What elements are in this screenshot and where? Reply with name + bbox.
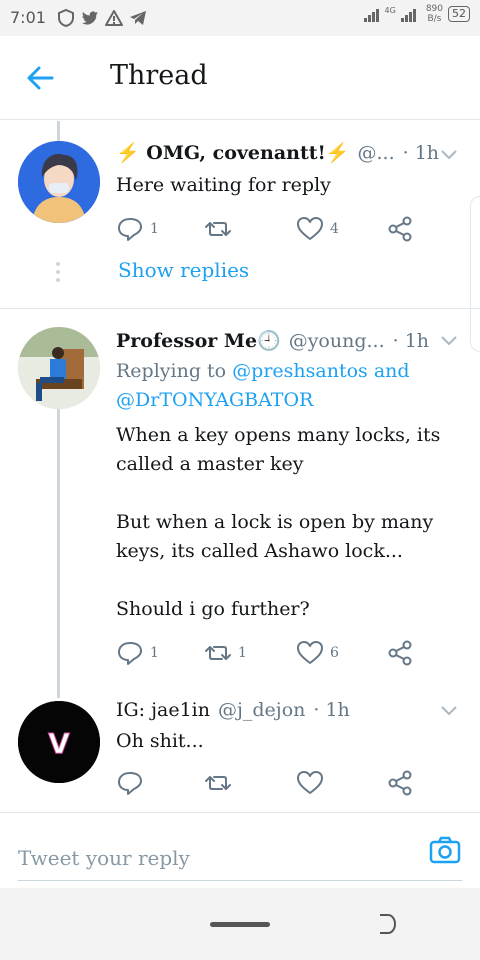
chevron-down-icon[interactable]: [438, 329, 460, 351]
signal-icon: [363, 6, 384, 22]
tweet-time: · 1h: [313, 699, 350, 721]
page-title: Thread: [110, 60, 208, 91]
tweet-line: called a master key: [116, 453, 304, 475]
reply-button[interactable]: 1: [116, 215, 159, 243]
share-icon: [388, 216, 412, 242]
retweet-icon: [205, 776, 231, 790]
like-count: 6: [330, 645, 339, 661]
retweet-button[interactable]: [204, 769, 232, 797]
warning-icon: [105, 10, 123, 26]
like-button[interactable]: [296, 769, 324, 797]
share-button[interactable]: [386, 639, 414, 667]
avatar-photo: [18, 327, 100, 409]
heart-icon: [297, 771, 323, 794]
tweet-text: Here waiting for reply: [116, 174, 331, 196]
shield-icon: [58, 8, 74, 28]
like-count: 4: [330, 221, 339, 237]
battery-indicator: 52: [448, 6, 470, 22]
avatar-illustration: [18, 141, 100, 223]
net-speed-unit: B/s: [427, 14, 442, 24]
tweet-actions: 1 4: [116, 215, 426, 245]
telegram-icon: [130, 11, 146, 25]
share-icon: [388, 640, 412, 666]
tweet-line: Should i go further?: [116, 598, 310, 620]
app-header: Thread: [0, 36, 480, 120]
tweet-reply-input[interactable]: [18, 835, 462, 881]
reply-icon: [118, 772, 142, 795]
like-button[interactable]: 4: [296, 215, 339, 243]
tweet-actions: 1 1 6: [116, 639, 426, 669]
replying-to: Replying to @preshsantos and @DrTONYAGBA…: [116, 357, 456, 415]
tweet-header: ⚡ OMG, covenantt!⚡ @... · 1h: [116, 141, 466, 164]
mention-link[interactable]: @DrTONYAGBATOR: [116, 389, 313, 411]
like-button[interactable]: 6: [296, 639, 339, 667]
heart-icon: [297, 641, 323, 664]
tweet-header: IG: jae1in @j_dejon · 1h: [116, 699, 466, 721]
replying-and: and: [367, 360, 410, 382]
retweet-icon: [205, 222, 231, 236]
author-name[interactable]: IG: jae1in: [116, 699, 210, 721]
author-handle[interactable]: @young...: [289, 330, 385, 352]
tweet-2[interactable]: Professor Me🕘 @young... · 1h Replying to…: [0, 309, 480, 681]
notification-icons: [56, 8, 148, 28]
avatar[interactable]: V: [18, 701, 100, 783]
reply-button[interactable]: 1: [116, 639, 159, 667]
network-type: 4G: [384, 5, 396, 15]
tweet-actions: [116, 769, 426, 799]
back-button[interactable]: [22, 60, 62, 96]
net-speed: 890 B/s: [426, 4, 443, 24]
chevron-down-icon[interactable]: [438, 699, 460, 721]
camera-button[interactable]: [428, 833, 462, 867]
tweet-line: But when a lock is open by many: [116, 511, 434, 533]
tweet-line: keys, its called Ashawo lock...: [116, 540, 403, 562]
retweet-button[interactable]: 1: [204, 639, 247, 667]
net-speed-value: 890: [425, 4, 443, 14]
tweet-text: Oh shit...: [116, 730, 204, 752]
mention-link[interactable]: @preshsantos: [232, 360, 368, 382]
author-handle[interactable]: @j_dejon: [218, 699, 305, 721]
reply-icon: [118, 218, 142, 241]
tweet-text: When a key opens many locks, its called …: [116, 421, 456, 624]
share-icon: [388, 770, 412, 796]
tweet-line: When a key opens many locks, its: [116, 424, 441, 446]
author-handle[interactable]: @...: [358, 142, 395, 164]
status-time: 7:01: [10, 8, 46, 27]
retweet-button[interactable]: [204, 215, 238, 243]
avatar-letter: V: [48, 727, 70, 760]
reply-count: 1: [150, 645, 159, 661]
signal-icon-2: [400, 6, 421, 22]
retweet-count: 1: [238, 645, 247, 661]
home-gesture-bar[interactable]: [210, 922, 270, 927]
tweet-header: Professor Me🕘 @young... · 1h: [116, 329, 466, 352]
status-right: 4G 890 B/s 52: [363, 4, 470, 24]
tweet-3[interactable]: V IG: jae1in @j_dejon · 1h Oh shit...: [0, 681, 480, 811]
reply-icon: [118, 642, 142, 665]
heart-icon: [297, 217, 323, 240]
tweet-time: · 1h: [392, 330, 430, 352]
back-gesture-icon[interactable]: [374, 912, 398, 936]
twitter-bird-icon: [82, 11, 98, 25]
tweet-line: [116, 566, 456, 595]
system-nav-bar: [0, 888, 480, 960]
avatar[interactable]: [18, 141, 100, 223]
author-name[interactable]: Professor Me🕘: [116, 329, 281, 352]
replying-to-prefix: Replying to: [116, 360, 233, 382]
chevron-down-icon[interactable]: [438, 143, 460, 165]
thread-dots: [56, 262, 62, 284]
avatar-logo: V: [18, 701, 100, 783]
avatar[interactable]: [18, 327, 100, 409]
tweet-time: · 1h: [402, 142, 440, 164]
camera-icon: [429, 836, 461, 864]
reply-button[interactable]: [116, 769, 144, 797]
arrow-left-icon: [27, 66, 54, 90]
share-button[interactable]: [386, 769, 414, 797]
author-name[interactable]: ⚡ OMG, covenantt!⚡: [116, 141, 350, 164]
tweet-line: [116, 479, 456, 508]
reply-count: 1: [150, 221, 159, 237]
status-bar: 7:01 4G 890 B/s 52: [0, 0, 480, 36]
share-button[interactable]: [386, 215, 414, 243]
show-replies-link[interactable]: Show replies: [118, 258, 249, 282]
reply-bar: [0, 812, 480, 888]
retweet-icon: [205, 646, 231, 660]
